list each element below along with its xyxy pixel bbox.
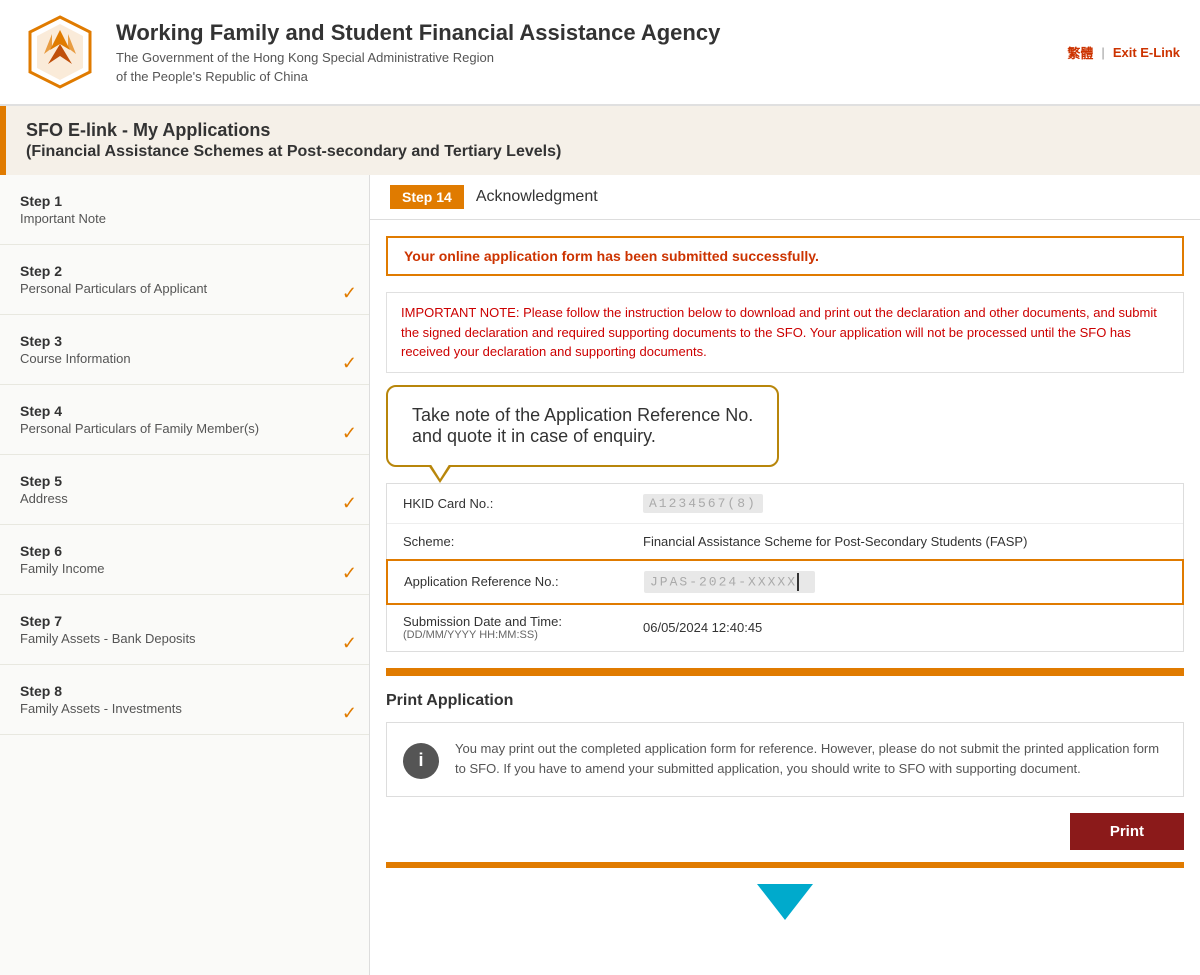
hkid-value: A1234567(8) xyxy=(643,494,763,513)
print-button[interactable]: Print xyxy=(1070,813,1184,850)
step6-checkmark: ✓ xyxy=(342,563,357,584)
hkid-row: HKID Card No.: A1234567(8) xyxy=(387,484,1183,524)
sidebar-step6-label: Step 6 xyxy=(20,543,353,559)
app-ref-value: JPAS-2024-XXXXX xyxy=(644,571,815,593)
sidebar-item-step4[interactable]: Step 4 Personal Particulars of Family Me… xyxy=(0,385,369,455)
agency-name: Working Family and Student Financial Ass… xyxy=(116,20,720,46)
sidebar-item-step7[interactable]: Step 7 Family Assets - Bank Deposits ✓ xyxy=(0,595,369,665)
submission-label: Submission Date and Time: (DD/MM/YYYY HH… xyxy=(403,614,643,641)
step5-checkmark: ✓ xyxy=(342,493,357,514)
success-message: Your online application form has been su… xyxy=(404,248,1166,264)
header-text: Working Family and Student Financial Ass… xyxy=(116,20,720,84)
sidebar-step5-desc: Address xyxy=(20,491,353,506)
agency-subtitle-1: The Government of the Hong Kong Special … xyxy=(116,50,720,65)
step8-checkmark: ✓ xyxy=(342,703,357,724)
submission-row: Submission Date and Time: (DD/MM/YYYY HH… xyxy=(387,604,1183,651)
page-title-line2: (Financial Assistance Schemes at Post-se… xyxy=(26,143,1180,161)
header-divider: | xyxy=(1101,45,1104,60)
app-ref-row: Application Reference No.: JPAS-2024-XXX… xyxy=(386,559,1184,605)
step-badge: Step 14 xyxy=(390,185,464,209)
submission-value: 06/05/2024 12:40:45 xyxy=(643,620,762,635)
cursor-blink xyxy=(797,573,809,591)
sidebar-step3-label: Step 3 xyxy=(20,333,353,349)
sidebar: Step 1 Important Note Step 2 Personal Pa… xyxy=(0,175,370,975)
sidebar-step8-label: Step 8 xyxy=(20,683,353,699)
tooltip-line1: Take note of the Application Reference N… xyxy=(412,405,753,426)
sidebar-item-step6[interactable]: Step 6 Family Income ✓ xyxy=(0,525,369,595)
print-box-text: You may print out the completed applicat… xyxy=(455,739,1167,781)
sidebar-step5-label: Step 5 xyxy=(20,473,353,489)
info-table: HKID Card No.: A1234567(8) Scheme: Finan… xyxy=(386,483,1184,652)
sidebar-step7-label: Step 7 xyxy=(20,613,353,629)
sidebar-step3-desc: Course Information xyxy=(20,351,353,366)
tooltip-bubble: Take note of the Application Reference N… xyxy=(386,385,779,467)
sidebar-step1-desc: Important Note xyxy=(20,211,353,226)
sidebar-step2-label: Step 2 xyxy=(20,263,353,279)
print-section: Print Application i You may print out th… xyxy=(386,692,1184,798)
sidebar-item-step3[interactable]: Step 3 Course Information ✓ xyxy=(0,315,369,385)
scheme-row: Scheme: Financial Assistance Scheme for … xyxy=(387,524,1183,560)
lang-toggle[interactable]: 繁體 xyxy=(1067,43,1093,62)
important-note: IMPORTANT NOTE: Please follow the instru… xyxy=(386,292,1184,373)
step3-checkmark: ✓ xyxy=(342,353,357,374)
header-left: Working Family and Student Financial Ass… xyxy=(20,12,720,92)
page-title-bar: SFO E-link - My Applications (Financial … xyxy=(0,106,1200,175)
scheme-label: Scheme: xyxy=(403,534,643,549)
step-title: Acknowledgment xyxy=(476,188,598,206)
sidebar-step8-desc: Family Assets - Investments xyxy=(20,701,353,716)
print-button-row: Print xyxy=(386,813,1184,850)
main-layout: Step 1 Important Note Step 2 Personal Pa… xyxy=(0,175,1200,975)
header-right: 繁體 | Exit E-Link xyxy=(1067,43,1180,62)
info-icon: i xyxy=(403,743,439,779)
agency-subtitle-2: of the People's Republic of China xyxy=(116,69,720,84)
step-header: Step 14 Acknowledgment xyxy=(370,175,1200,220)
step2-checkmark: ✓ xyxy=(342,283,357,304)
step4-checkmark: ✓ xyxy=(342,423,357,444)
main-content: Step 14 Acknowledgment Your online appli… xyxy=(370,175,1200,975)
step7-checkmark: ✓ xyxy=(342,633,357,654)
sidebar-item-step8[interactable]: Step 8 Family Assets - Investments ✓ xyxy=(0,665,369,735)
sidebar-step1-label: Step 1 xyxy=(20,193,353,209)
hkid-label: HKID Card No.: xyxy=(403,496,643,511)
sidebar-item-step2[interactable]: Step 2 Personal Particulars of Applicant… xyxy=(0,245,369,315)
print-title: Print Application xyxy=(386,692,1184,710)
sidebar-step7-desc: Family Assets - Bank Deposits xyxy=(20,631,353,646)
sidebar-step4-desc: Personal Particulars of Family Member(s) xyxy=(20,421,353,436)
down-arrow-wrap xyxy=(370,868,1200,936)
scheme-value: Financial Assistance Scheme for Post-Sec… xyxy=(643,534,1027,549)
print-box: i You may print out the completed applic… xyxy=(386,722,1184,798)
orange-separator xyxy=(386,668,1184,676)
page-title-line1: SFO E-link - My Applications xyxy=(26,120,1180,141)
agency-logo xyxy=(20,12,100,92)
sidebar-item-step5[interactable]: Step 5 Address ✓ xyxy=(0,455,369,525)
app-ref-label: Application Reference No.: xyxy=(404,574,644,589)
tooltip-wrap: Take note of the Application Reference N… xyxy=(386,385,1184,467)
sidebar-item-step1[interactable]: Step 1 Important Note xyxy=(0,175,369,245)
success-banner: Your online application form has been su… xyxy=(386,236,1184,276)
sidebar-step6-desc: Family Income xyxy=(20,561,353,576)
sidebar-step4-label: Step 4 xyxy=(20,403,353,419)
down-arrow-icon xyxy=(757,884,813,920)
page-header: Working Family and Student Financial Ass… xyxy=(0,0,1200,106)
tooltip-line2: and quote it in case of enquiry. xyxy=(412,426,753,447)
exit-link[interactable]: Exit E-Link xyxy=(1113,45,1180,60)
sidebar-step2-desc: Personal Particulars of Applicant xyxy=(20,281,353,296)
